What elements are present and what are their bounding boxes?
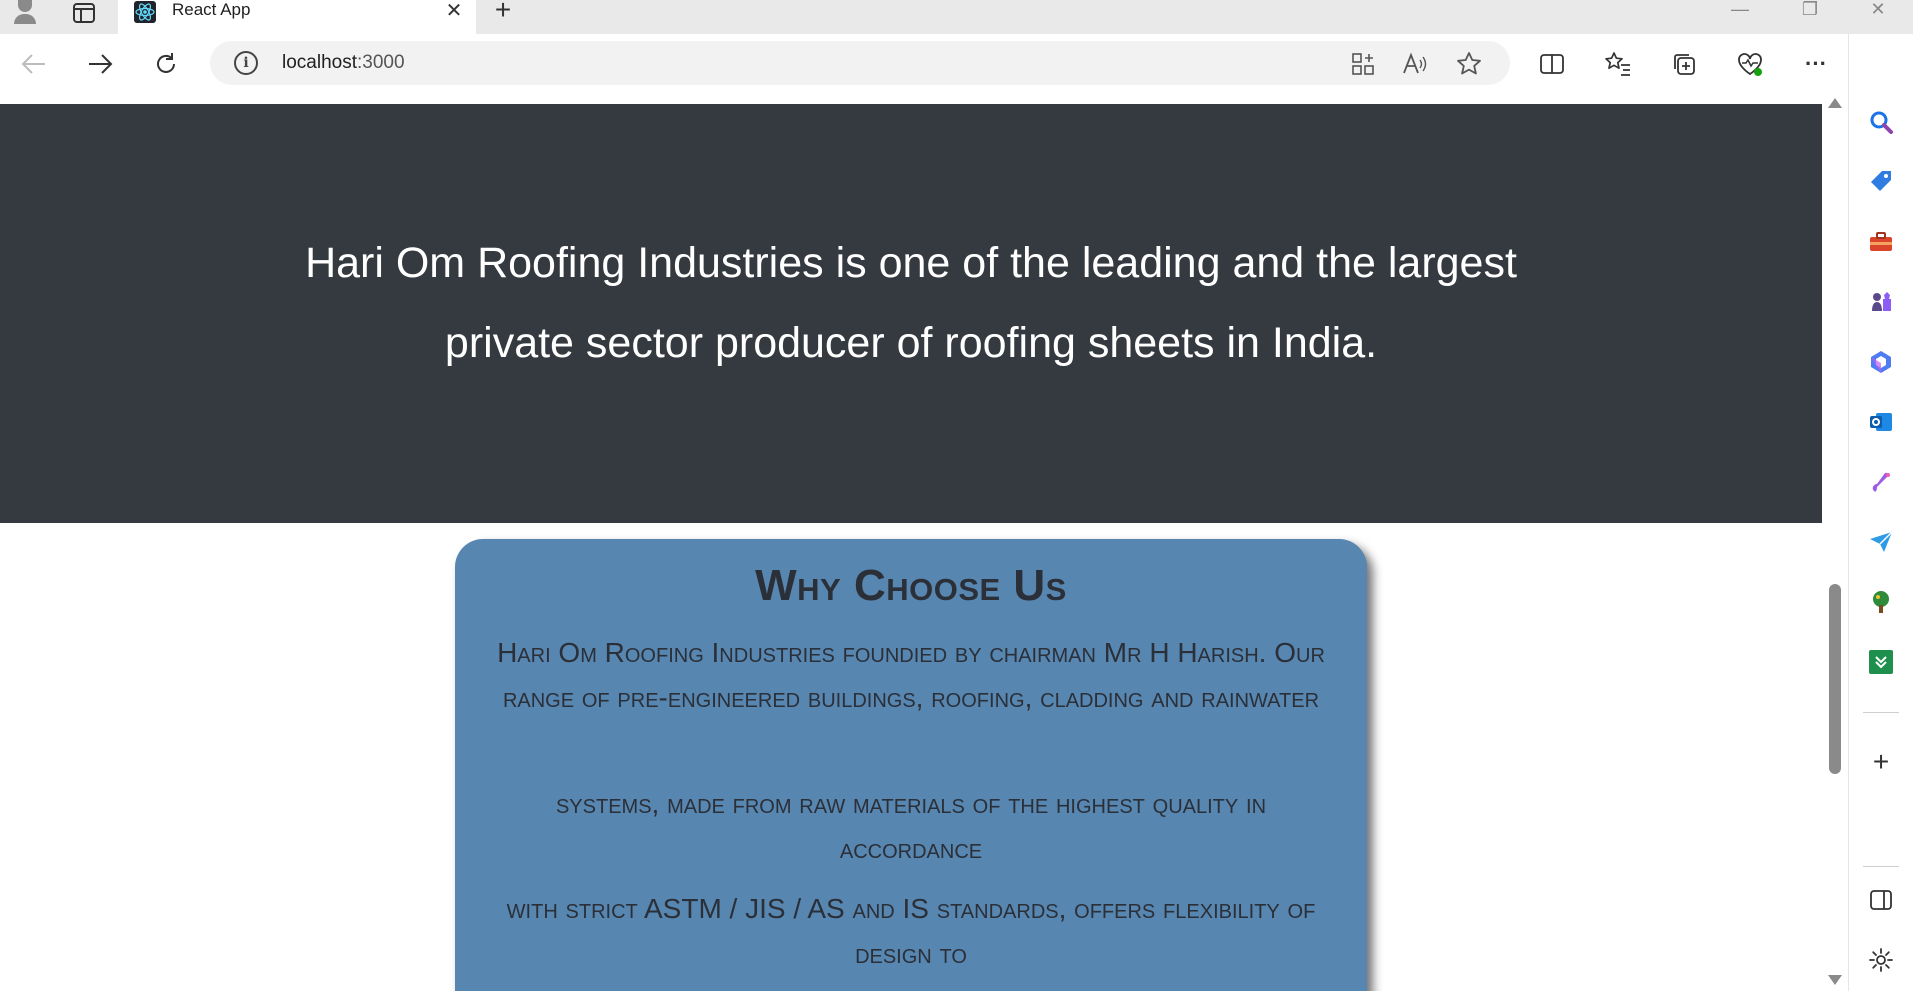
page-viewport: Hari Om Roofing Industries is one of the… <box>0 92 1822 991</box>
shopping-tag-icon[interactable] <box>1865 166 1897 198</box>
why-choose-us-paragraph-3: with strict ASTM / JIS / AS and IS stand… <box>506 893 1316 969</box>
forward-button[interactable] <box>82 46 118 82</box>
microsoft-365-icon[interactable] <box>1865 346 1897 378</box>
hero-text-line-2: private sector producer of roofing sheet… <box>444 319 1378 367</box>
close-window-button[interactable]: ✕ <box>1858 0 1898 22</box>
favorite-star-icon[interactable] <box>1456 51 1482 77</box>
send-plane-icon[interactable] <box>1865 526 1897 558</box>
new-tab-button[interactable]: + <box>488 0 518 24</box>
browser-essentials-icon[interactable] <box>1732 46 1768 82</box>
favorites-icon[interactable] <box>1600 46 1636 82</box>
scrollbar-thumb[interactable] <box>1829 584 1841 774</box>
browser-toolbar: i localhost:3000 ··· <box>0 34 1913 92</box>
designer-icon[interactable] <box>1865 466 1897 498</box>
url-text[interactable]: localhost:3000 <box>282 52 405 74</box>
read-aloud-icon[interactable] <box>1402 51 1428 77</box>
hide-sidebar-icon[interactable] <box>1865 884 1897 916</box>
add-sidebar-app-icon[interactable]: + <box>1865 746 1897 778</box>
site-info-icon[interactable]: i <box>234 51 258 75</box>
download-extension-icon[interactable] <box>1865 646 1897 678</box>
restore-button[interactable]: ❐ <box>1790 0 1830 22</box>
settings-gear-icon[interactable] <box>1865 944 1897 976</box>
scroll-up-arrow-icon[interactable] <box>1828 98 1842 108</box>
why-choose-us-title: Why Choose Us <box>755 561 1067 610</box>
profile-icon[interactable] <box>10 0 40 26</box>
react-logo-icon <box>134 1 156 23</box>
page-scrollbar[interactable] <box>1822 92 1848 991</box>
back-button[interactable] <box>16 46 52 82</box>
scroll-down-arrow-icon[interactable] <box>1828 975 1842 985</box>
tab-react-app[interactable]: React App ✕ <box>118 0 476 34</box>
more-options-icon[interactable]: ··· <box>1798 46 1834 82</box>
refresh-button[interactable] <box>148 46 184 82</box>
outlook-icon[interactable] <box>1865 406 1897 438</box>
search-icon[interactable] <box>1865 106 1897 138</box>
sidebar-divider-bottom <box>1863 866 1899 867</box>
tab-close-icon[interactable]: ✕ <box>442 0 466 22</box>
games-chess-icon[interactable] <box>1865 286 1897 318</box>
why-choose-us-paragraph-2: systems, made from raw materials of the … <box>555 788 1267 864</box>
workspaces-icon[interactable] <box>62 0 106 26</box>
why-choose-us-card: Why Choose Us Hari Om Roofing Industries… <box>455 539 1367 991</box>
why-choose-us-paragraph-1: Hari Om Roofing Industries foundied by c… <box>497 637 1325 713</box>
tab-title: React App <box>172 0 251 19</box>
title-bar: React App ✕ + — ❐ ✕ <box>0 0 1913 34</box>
sidebar-divider <box>1863 712 1899 713</box>
hero-banner: Hari Om Roofing Industries is one of the… <box>0 104 1822 523</box>
tree-icon[interactable] <box>1865 586 1897 618</box>
address-bar[interactable]: i localhost:3000 <box>210 41 1510 85</box>
edge-sidebar: + <box>1848 34 1913 991</box>
tools-briefcase-icon[interactable] <box>1865 226 1897 258</box>
split-screen-icon[interactable] <box>1534 46 1570 82</box>
app-available-icon[interactable] <box>1350 51 1376 77</box>
minimize-button[interactable]: — <box>1720 0 1760 22</box>
collections-icon[interactable] <box>1666 46 1702 82</box>
hero-text-line-1: Hari Om Roofing Industries is one of the… <box>305 239 1517 287</box>
